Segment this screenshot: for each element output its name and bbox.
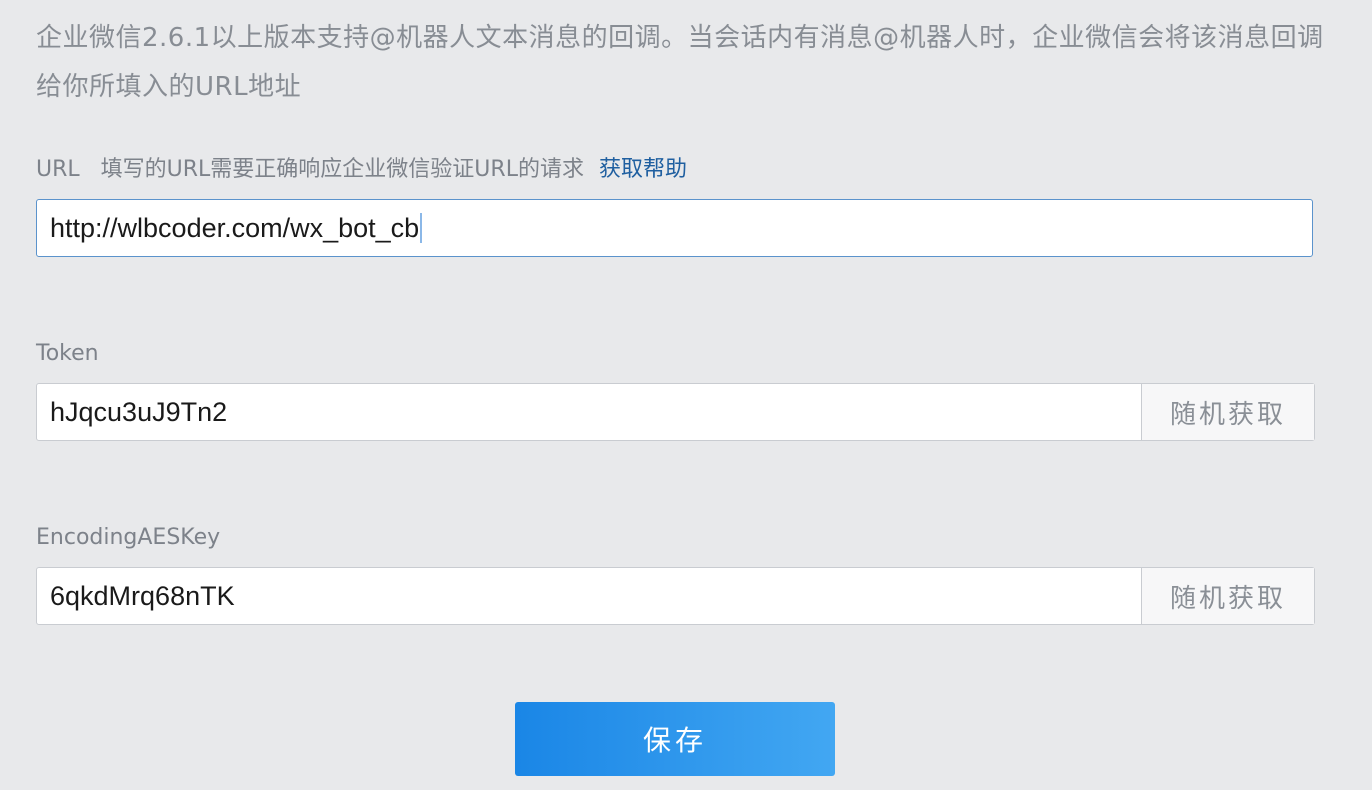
aes-key-field-group: 6qkdMrq68nTK 随机获取 xyxy=(36,567,1315,625)
token-label: Token xyxy=(36,341,99,366)
save-button[interactable]: 保存 xyxy=(515,702,835,776)
url-input-value: http://wlbcoder.com/wx_bot_cb xyxy=(50,212,420,243)
url-hint: 填写的URL需要正确响应企业微信验证URL的请求 xyxy=(100,157,584,182)
callback-description: 企业微信2.6.1以上版本支持@机器人文本消息的回调。当会话内有消息@机器人时，… xyxy=(36,23,1324,102)
aes-key-input-value: 6qkdMrq68nTK xyxy=(50,580,235,611)
aes-key-input[interactable]: 6qkdMrq68nTK xyxy=(37,568,1141,624)
get-help-link[interactable]: 获取帮助 xyxy=(599,157,687,182)
aes-key-label: EncodingAESKey xyxy=(36,525,221,550)
url-input[interactable]: http://wlbcoder.com/wx_bot_cb xyxy=(36,199,1313,257)
aes-key-random-button[interactable]: 随机获取 xyxy=(1141,568,1314,624)
token-input-value: hJqcu3uJ9Tn2 xyxy=(50,396,228,427)
url-label-row: URL 填写的URL需要正确响应企业微信验证URL的请求 获取帮助 xyxy=(36,154,687,186)
url-label: URL xyxy=(36,157,80,182)
token-input[interactable]: hJqcu3uJ9Tn2 xyxy=(37,384,1141,440)
token-field-group: hJqcu3uJ9Tn2 随机获取 xyxy=(36,383,1315,441)
url-input-box[interactable]: http://wlbcoder.com/wx_bot_cb xyxy=(37,200,1312,256)
token-random-button[interactable]: 随机获取 xyxy=(1141,384,1314,440)
text-caret xyxy=(420,213,423,243)
